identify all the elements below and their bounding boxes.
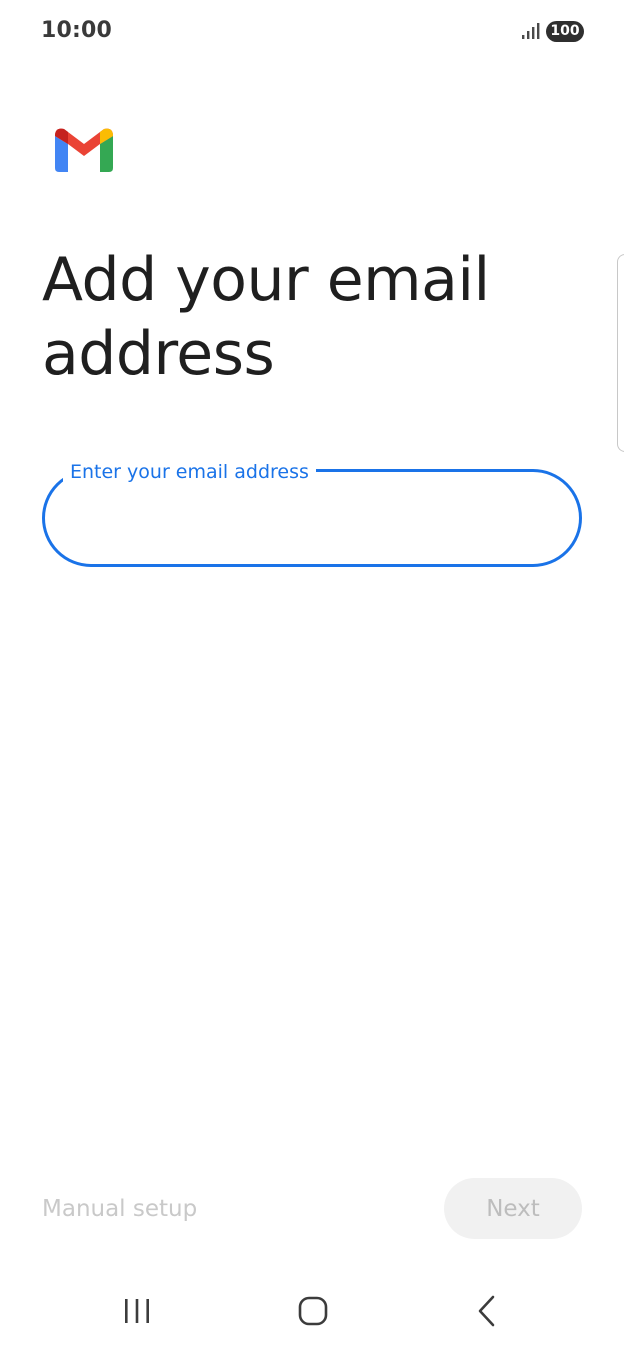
- email-input[interactable]: [72, 498, 552, 538]
- signal-bars-icon: [522, 23, 540, 39]
- manual-setup-button[interactable]: Manual setup: [42, 1193, 197, 1225]
- status-bar: 10:00 100: [0, 0, 624, 64]
- navigation-bar: [0, 1270, 624, 1354]
- page-title: Add your email address: [42, 245, 490, 389]
- back-icon[interactable]: [466, 1292, 508, 1330]
- home-icon[interactable]: [292, 1292, 334, 1330]
- recents-icon[interactable]: [116, 1296, 158, 1326]
- edge-panel-handle[interactable]: [617, 254, 624, 452]
- next-button[interactable]: Next: [444, 1178, 582, 1239]
- email-field-label: Enter your email address: [63, 458, 316, 486]
- status-time: 10:00: [41, 18, 113, 43]
- battery-icon: 100: [546, 21, 584, 42]
- add-email-screen: 10:00 100 Add your email address Enter y…: [0, 0, 624, 1354]
- gmail-logo: [55, 128, 113, 172]
